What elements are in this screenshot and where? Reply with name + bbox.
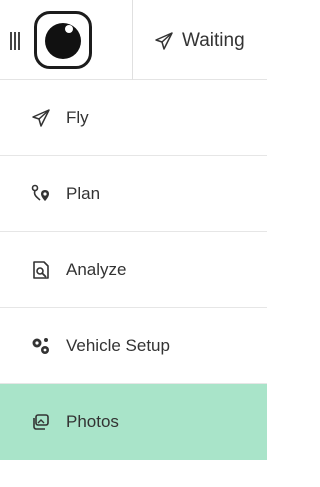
app-logo-button[interactable] [34,11,92,69]
menu-item-analyze[interactable]: Analyze [0,232,267,308]
route-pin-icon [30,183,52,205]
status-label: Waiting [182,30,245,51]
menu-item-label: Analyze [66,259,127,279]
vehicle-status-indicator[interactable]: Waiting [154,29,245,53]
menu-item-fly[interactable]: Fly [0,80,267,156]
paper-plane-icon [154,31,174,51]
menu-item-label: Fly [66,107,89,127]
top-toolbar: Waiting [0,0,267,80]
paper-plane-icon [30,107,52,129]
gears-icon [30,335,52,357]
menu-item-label: Plan [66,183,101,203]
menu-item-photos[interactable]: Photos [0,384,267,460]
menu-item-label: Photos [66,412,119,431]
menu-item-plan[interactable]: Plan [0,156,267,232]
photos-icon [30,411,52,433]
menu-item-vehicle-setup[interactable]: Vehicle Setup [0,308,267,384]
logo-icon [45,23,81,59]
menu-item-label: Vehicle Setup [66,335,170,355]
analyze-document-icon [30,259,52,281]
hamburger-menu-icon[interactable] [10,30,28,52]
main-menu: Fly Plan Analyze Vehicle Setup Photos [0,80,267,460]
toolbar-divider [132,0,133,80]
